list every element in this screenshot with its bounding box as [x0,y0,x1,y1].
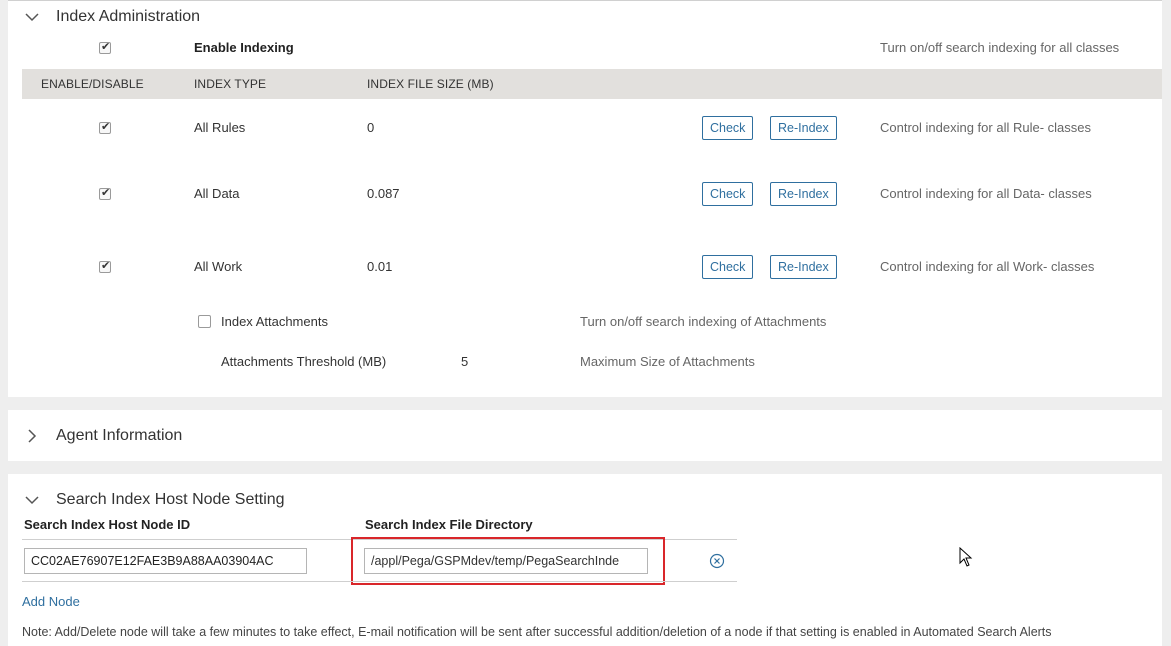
row-description: Control indexing for all Data- classes [880,186,1092,201]
chevron-down-icon[interactable] [22,490,42,510]
index-enable-checkbox[interactable] [99,259,111,273]
column-header-enable: ENABLE/DISABLE [41,77,144,91]
agent-information-header[interactable]: Agent Information [22,426,182,446]
reindex-button[interactable]: Re-Index [770,116,837,140]
attachments-threshold-label: Attachments Threshold (MB) [221,354,387,369]
check-button[interactable]: Check [702,116,754,140]
column-header-index-type: INDEX TYPE [194,77,267,91]
column-header-file-size: INDEX FILE SIZE (MB) [367,77,494,91]
section-title: Search Index Host Node Setting [56,491,285,508]
row-description: Control indexing for all Rule- classes [880,120,1091,135]
index-file-size: 0.01 [367,259,393,274]
index-type: All Rules [194,120,246,135]
row-description: Control indexing for all Work- classes [880,259,1095,274]
index-file-size: 0 [367,120,375,135]
index-attachments-label: Index Attachments [221,314,328,329]
search-index-host-header[interactable]: Search Index Host Node Setting [22,490,285,510]
remove-circle-icon[interactable] [709,553,725,572]
column-header-node-id: Search Index Host Node ID [24,517,191,532]
file-directory-input[interactable]: /appl/Pega/GSPMdev/temp/PegaSearchInde [364,548,648,574]
index-attachments-checkbox[interactable] [198,315,211,328]
agent-information-panel: Agent Information [8,410,1162,461]
check-button[interactable]: Check [702,182,754,206]
divider [22,581,737,582]
column-header-file-directory: Search Index File Directory [365,517,533,532]
note-text: Note: Add/Delete node will take a few mi… [22,625,1052,639]
index-file-size: 0.087 [367,186,400,201]
index-administration-panel: Index Administration Enable Indexing Tur… [8,0,1162,397]
section-title: Agent Information [56,427,183,444]
enable-indexing-label: Enable Indexing [194,40,294,55]
enable-indexing-checkbox[interactable] [99,40,111,54]
chevron-down-icon[interactable] [22,7,42,27]
index-type: All Work [194,259,243,274]
mouse-pointer-icon [959,546,973,570]
index-table-header: ENABLE/DISABLE INDEX TYPE INDEX FILE SIZ… [22,69,1162,99]
attachments-threshold-description: Maximum Size of Attachments [580,354,755,369]
chevron-right-icon[interactable] [22,426,42,446]
enable-indexing-description: Turn on/off search indexing for all clas… [880,40,1120,55]
add-node-link[interactable]: Add Node [22,594,80,609]
reindex-button[interactable]: Re-Index [770,182,837,206]
host-node-id-input[interactable]: CC02AE76907E12FAE3B9A88AA03904AC [24,548,307,574]
reindex-button[interactable]: Re-Index [770,255,837,279]
check-button[interactable]: Check [702,255,754,279]
index-administration-header[interactable]: Index Administration [22,7,200,27]
index-type: All Data [194,186,240,201]
search-index-host-panel: Search Index Host Node Setting Search In… [8,474,1162,646]
index-attachments-description: Turn on/off search indexing of Attachmen… [580,314,827,329]
attachments-threshold-value: 5 [461,354,469,369]
index-enable-checkbox[interactable] [99,186,111,200]
index-enable-checkbox[interactable] [99,120,111,134]
section-title: Index Administration [56,8,201,25]
